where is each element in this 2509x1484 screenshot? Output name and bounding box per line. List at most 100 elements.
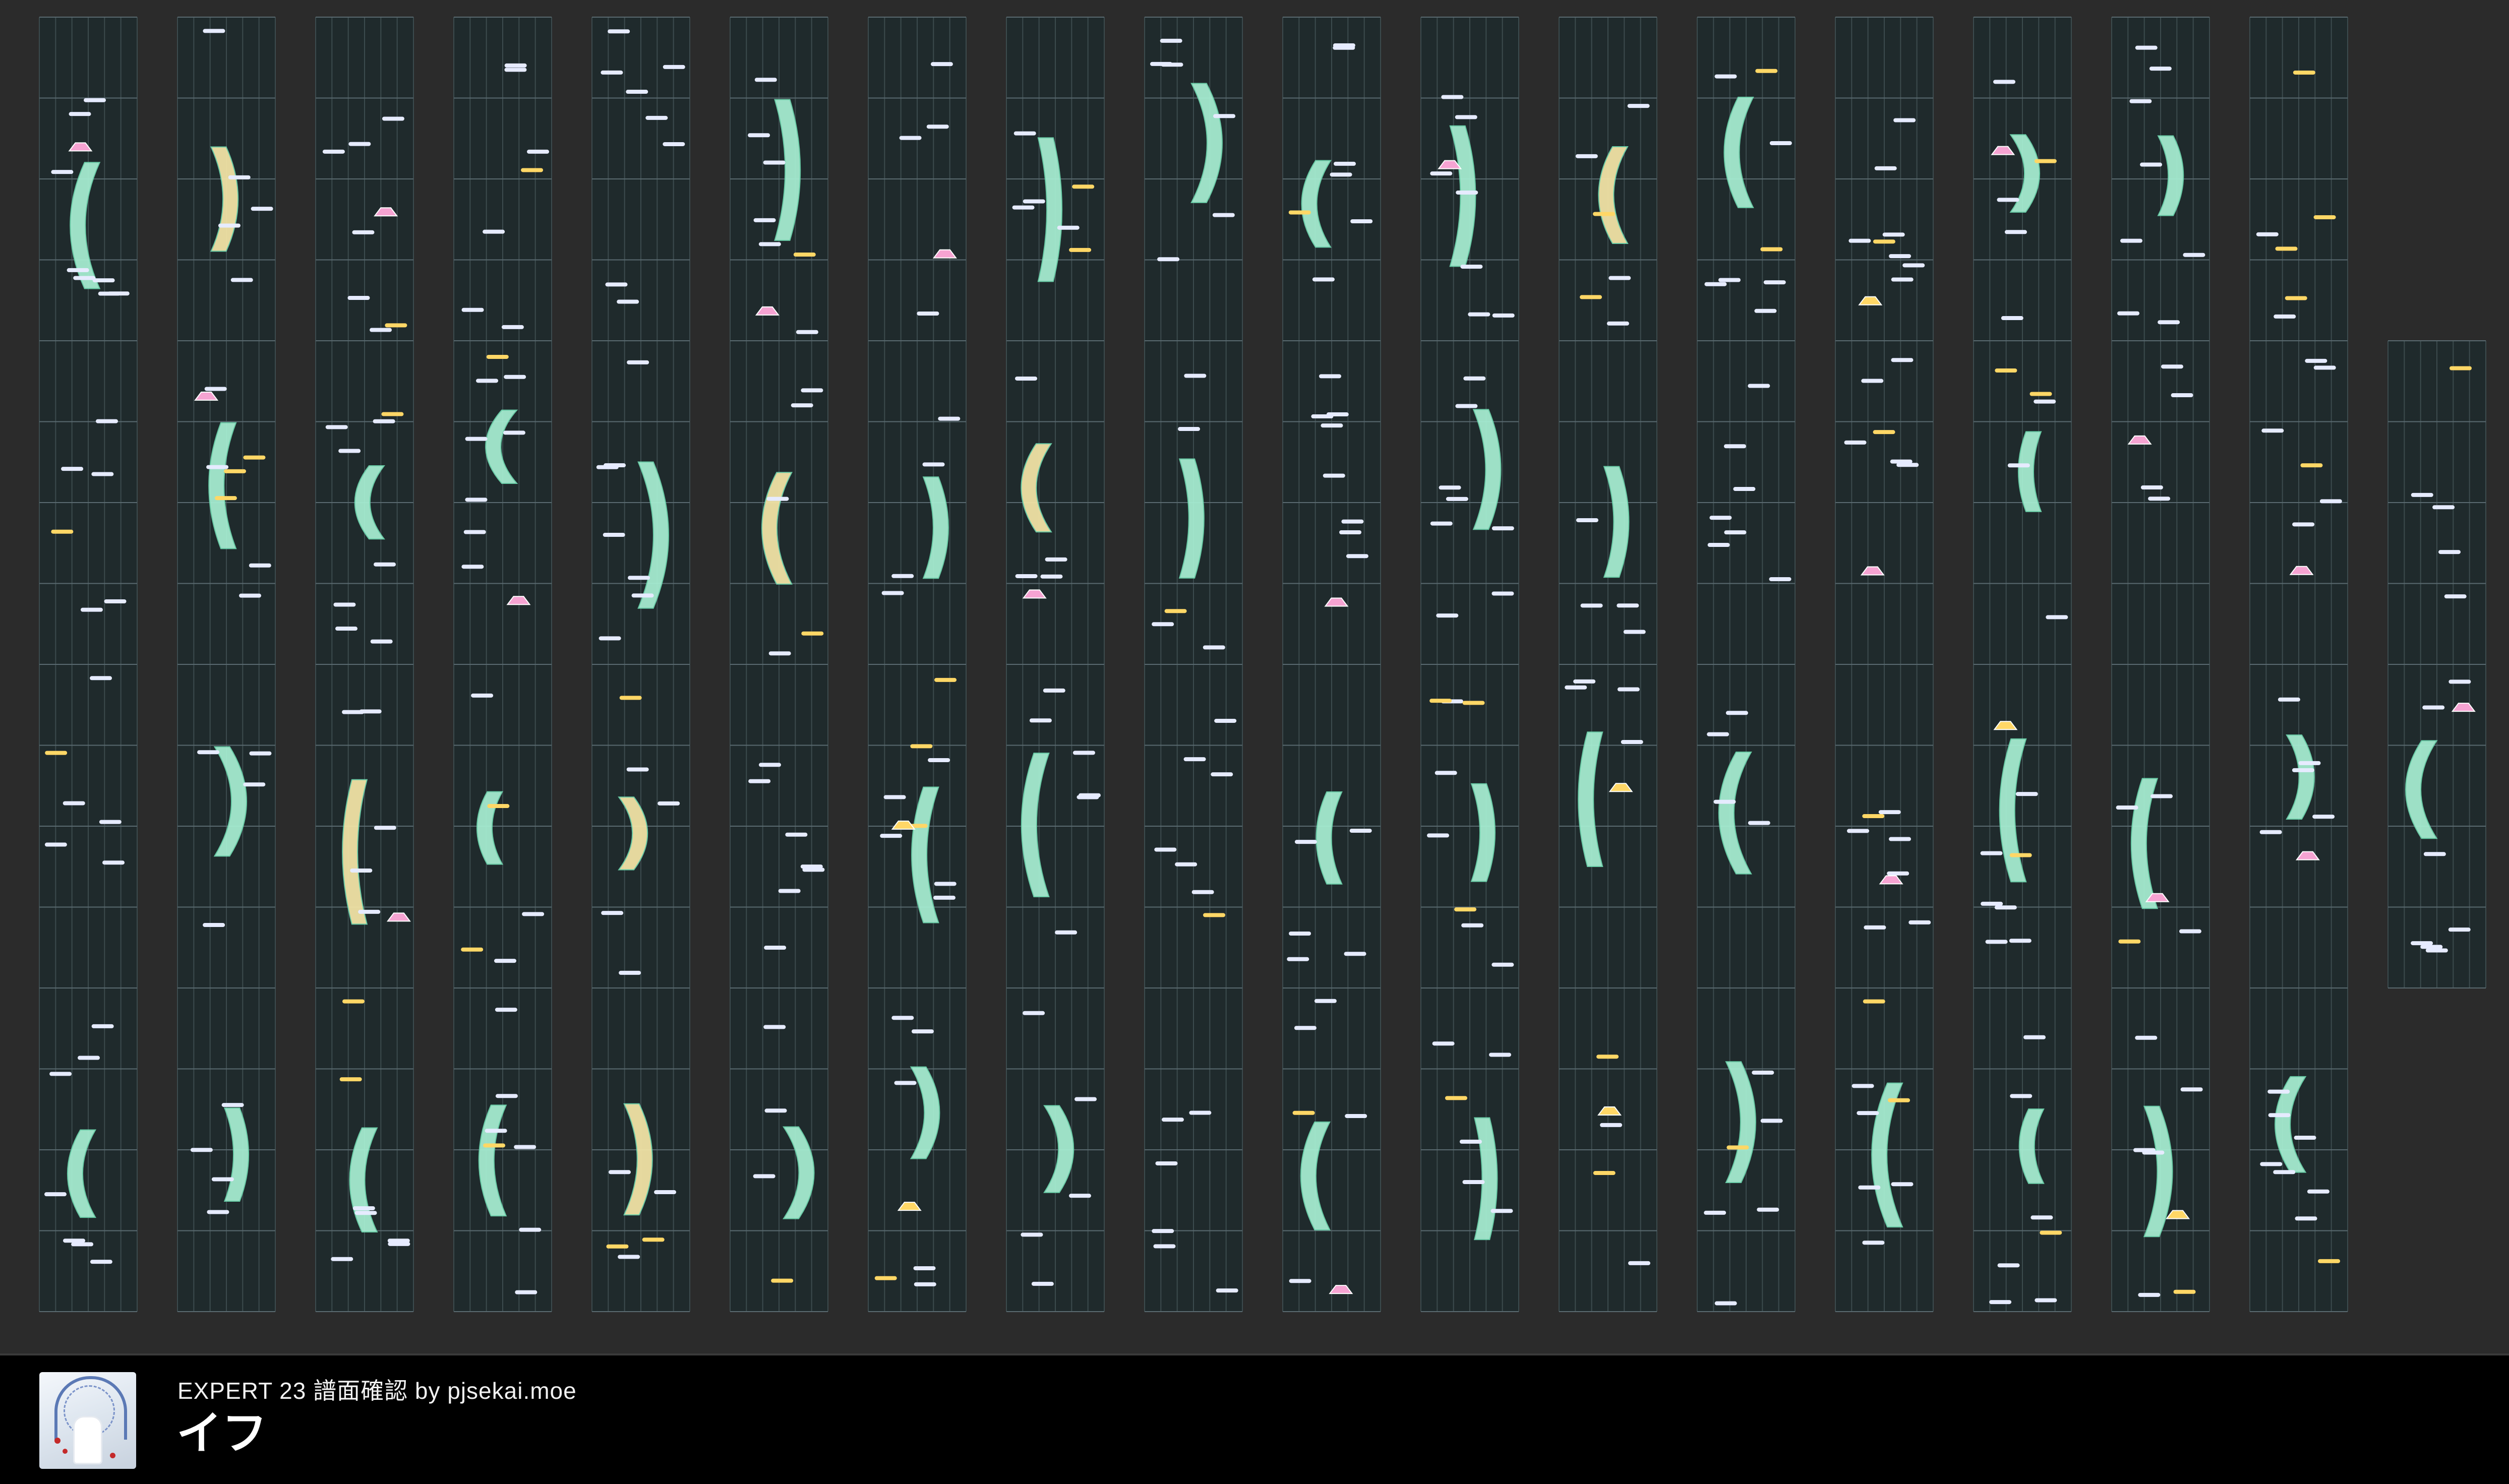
tap-note [1152, 622, 1174, 627]
tap-note [1891, 1182, 1914, 1187]
critical-tap-note [2034, 159, 2057, 163]
critical-tap-note [486, 354, 509, 359]
tap-note [1704, 1210, 1726, 1215]
tap-note [2010, 1094, 2033, 1098]
tap-note [95, 419, 118, 423]
tap-note [1287, 957, 1309, 961]
tap-note [1312, 277, 1335, 282]
critical-tap-note [2285, 296, 2307, 300]
tap-note [2278, 697, 2300, 702]
tap-note [753, 1174, 775, 1179]
tap-note [1211, 772, 1233, 777]
tap-note [913, 1266, 936, 1270]
tap-note [627, 360, 649, 364]
critical-tap-note [1462, 701, 1485, 705]
tap-note [2292, 768, 2314, 772]
tap-note [243, 782, 266, 787]
tap-note [1189, 1110, 1212, 1115]
tap-note [350, 868, 373, 873]
tap-note [1043, 688, 1065, 693]
footer-divider [0, 1353, 2509, 1355]
tap-note [1887, 871, 1909, 876]
critical-tap-note [1760, 247, 1783, 252]
tap-note [370, 328, 392, 332]
tap-note [1844, 440, 1867, 445]
tap-note [1707, 732, 1729, 736]
tap-note [63, 801, 85, 806]
tap-note [1713, 799, 1736, 804]
tap-note [763, 160, 786, 165]
tap-note [249, 751, 272, 756]
critical-tap-note [1888, 1098, 1910, 1102]
tap-note [778, 889, 801, 893]
critical-tap-note [2300, 463, 2323, 468]
tap-note [2268, 1113, 2291, 1118]
tap-note [1491, 591, 1514, 596]
tap-note [2313, 365, 2336, 370]
tap-note [1161, 1118, 1184, 1122]
tap-note [2180, 1087, 2203, 1092]
tap-note [628, 576, 650, 580]
tap-note [1491, 526, 1514, 531]
tap-note [333, 602, 356, 607]
tap-note [1848, 238, 1871, 243]
critical-tap-note [1203, 913, 1226, 917]
critical-tap-note [2275, 246, 2298, 251]
tap-note [883, 795, 906, 799]
tap-note [1323, 473, 1345, 478]
tap-note [1055, 930, 1078, 935]
tap-note [1214, 718, 1237, 723]
tap-note [514, 1145, 536, 1149]
tap-note [230, 278, 253, 282]
tap-note [1294, 840, 1317, 844]
tap-note [922, 462, 945, 467]
tap-note [748, 779, 771, 783]
tap-note [2259, 830, 2282, 834]
critical-tap-note [521, 168, 544, 172]
tap-note [1985, 940, 2008, 944]
tap-note [2312, 815, 2335, 819]
tap-note [2307, 1189, 2329, 1194]
tap-note [1608, 276, 1631, 280]
tap-note [1725, 711, 1748, 715]
tap-note [1015, 574, 1038, 578]
tap-note [1216, 1288, 1238, 1293]
tap-note [1460, 264, 1483, 269]
tap-note [2298, 761, 2321, 765]
tap-note [347, 295, 370, 300]
critical-tap-note [1580, 295, 1602, 299]
tap-note [325, 425, 348, 429]
tap-note [1490, 1209, 1513, 1213]
tap-note [1714, 1301, 1737, 1306]
critical-tap-note [1862, 814, 1885, 819]
tap-note [2140, 485, 2163, 490]
tap-note [69, 112, 91, 116]
tap-note [80, 607, 103, 612]
critical-tap-note [793, 253, 816, 257]
tap-note [1752, 1070, 1774, 1075]
tap-note [2001, 316, 2023, 321]
tap-note [2179, 929, 2201, 934]
tap-note [619, 970, 641, 975]
tap-note [2158, 320, 2180, 325]
tap-note [331, 1257, 353, 1261]
critical-tap-note [1726, 1145, 1749, 1150]
tap-note [1446, 497, 1468, 501]
tap-note [2423, 852, 2446, 856]
tap-note [1461, 923, 1484, 928]
critical-tap-note [606, 1244, 629, 1249]
tap-note [1754, 308, 1777, 313]
tap-note [203, 923, 225, 928]
tap-note [2273, 1170, 2296, 1174]
tap-note [1714, 74, 1737, 79]
tap-note [228, 175, 251, 179]
tap-note [463, 530, 486, 534]
tap-note [249, 563, 271, 568]
tap-note [2294, 1136, 2316, 1140]
tap-note [2411, 492, 2433, 497]
tap-note [1573, 679, 1596, 684]
tap-note [1989, 1300, 2012, 1305]
critical-tap-note [1755, 69, 1778, 73]
tap-note [766, 497, 789, 501]
album-jacket-image [39, 1372, 136, 1469]
